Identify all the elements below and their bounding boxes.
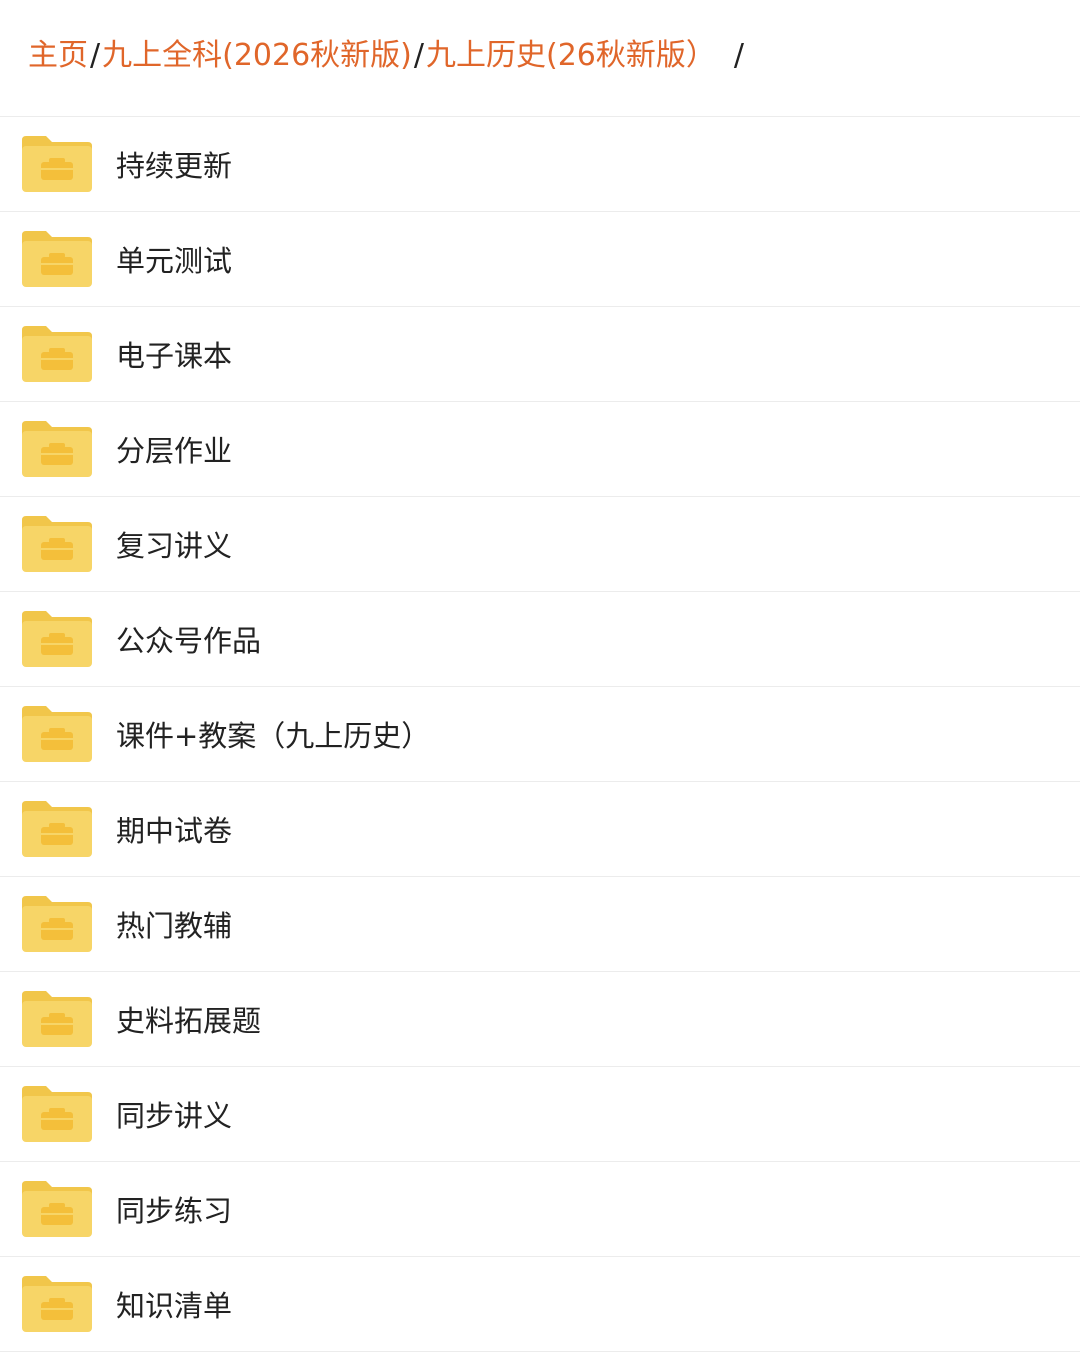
folder-name: 同步练习 [116,1194,233,1228]
breadcrumb-separator: / [413,38,424,73]
folder-item[interactable]: 复习讲义 [0,497,1080,592]
folder-item[interactable]: 期中试卷 [0,782,1080,877]
folder-icon [22,991,92,1047]
folder-name: 期中试卷 [116,814,233,848]
folder-icon [22,136,92,192]
folder-name: 课件+教案（九上历史） [116,719,431,753]
folder-item[interactable]: 史料拓展题 [0,972,1080,1067]
breadcrumb-grade-all-subjects[interactable]: 九上全科(2026秋新版) [102,38,412,73]
folder-name: 电子课本 [116,339,233,373]
folder-name: 分层作业 [116,434,233,468]
folder-item[interactable]: 公众号作品 [0,592,1080,687]
folder-icon [22,706,92,762]
folder-item[interactable]: 知识清单 [0,1257,1080,1352]
breadcrumb: 主页/九上全科(2026秋新版)/九上历史(26秋新版） / [0,0,1080,116]
folder-item[interactable]: 单元测试 [0,212,1080,307]
breadcrumb-history-folder[interactable]: 九上历史(26秋新版） [426,38,716,73]
folder-list: 持续更新 单元测试 电子课本 分层作业 复习讲义 公众号作品 课件+教案（九上历… [0,116,1080,1352]
folder-icon [22,1086,92,1142]
folder-icon [22,801,92,857]
folder-item[interactable]: 分层作业 [0,402,1080,497]
folder-icon [22,231,92,287]
folder-icon [22,326,92,382]
folder-icon [22,1181,92,1237]
folder-name: 热门教辅 [116,909,233,943]
folder-name: 公众号作品 [116,624,262,658]
folder-item[interactable]: 课件+教案（九上历史） [0,687,1080,782]
folder-item[interactable]: 持续更新 [0,117,1080,212]
folder-item[interactable]: 同步练习 [0,1162,1080,1257]
folder-item[interactable]: 同步讲义 [0,1067,1080,1162]
breadcrumb-separator: / [90,38,101,73]
folder-icon [22,421,92,477]
folder-item[interactable]: 电子课本 [0,307,1080,402]
folder-item[interactable]: 热门教辅 [0,877,1080,972]
folder-name: 同步讲义 [116,1099,233,1133]
folder-icon [22,896,92,952]
folder-name: 知识清单 [116,1289,233,1323]
breadcrumb-separator: / [733,38,744,73]
folder-icon [22,516,92,572]
folder-name: 持续更新 [116,149,233,183]
folder-icon [22,611,92,667]
folder-icon [22,1276,92,1332]
folder-name: 史料拓展题 [116,1004,262,1038]
folder-name: 单元测试 [116,244,233,278]
breadcrumb-home[interactable]: 主页 [28,38,88,73]
folder-name: 复习讲义 [116,529,233,563]
